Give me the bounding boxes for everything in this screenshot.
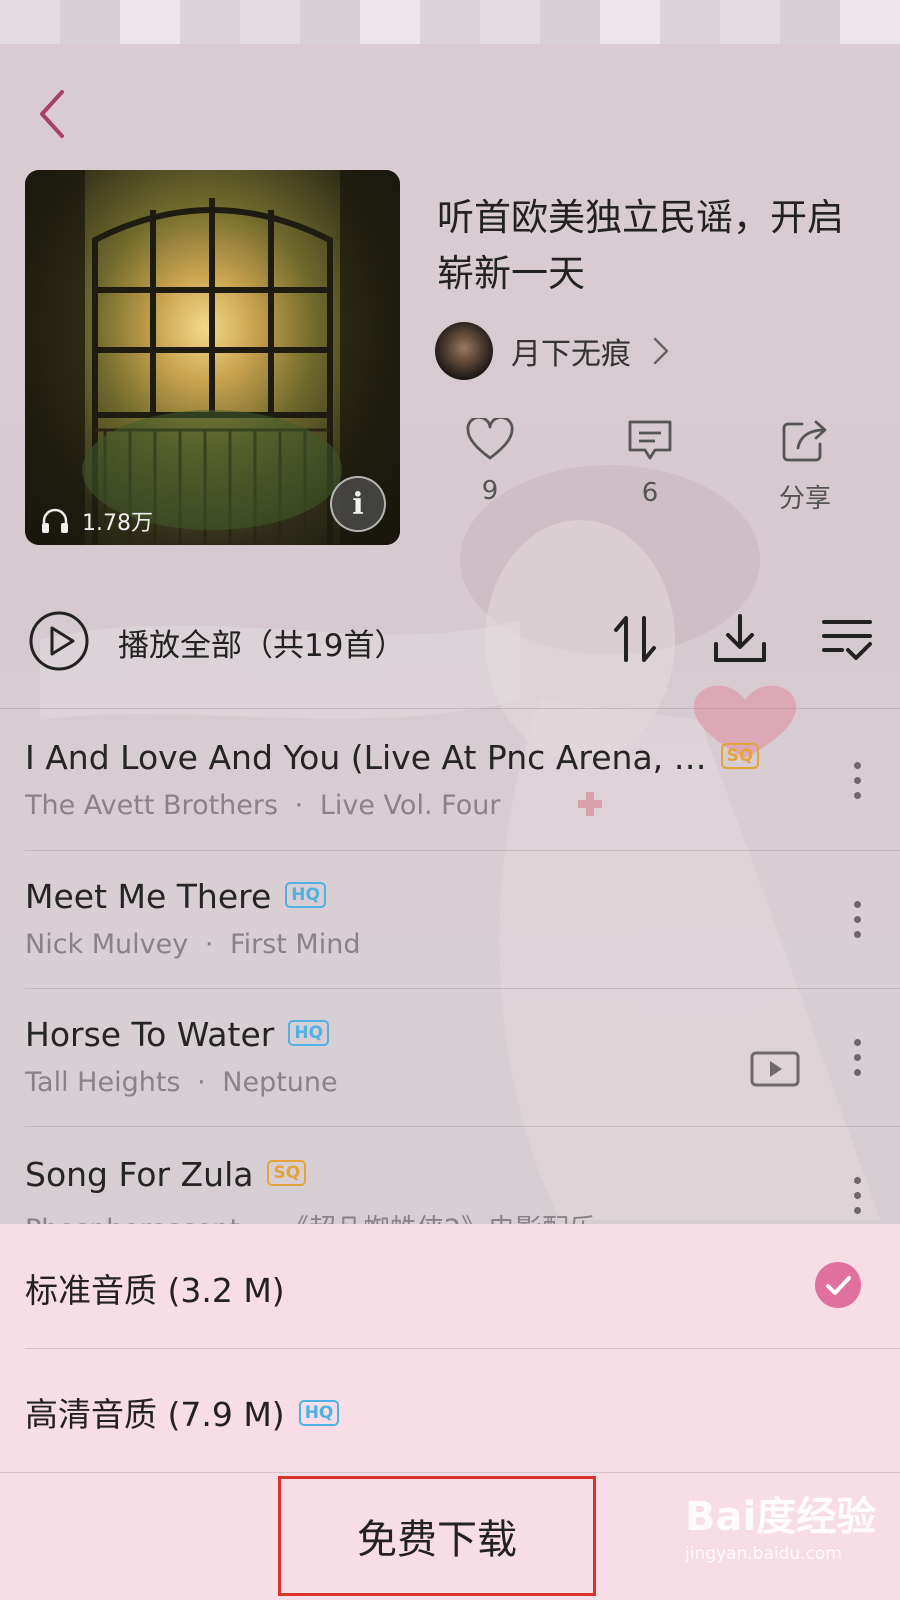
watermark-sub: jingyan.baidu.com xyxy=(685,1544,842,1564)
share-label: 分享 xyxy=(778,484,831,514)
sq-badge: SQ xyxy=(267,1159,307,1186)
play-all-row: 播放全部（共19首） xyxy=(0,600,900,680)
song-album: First Mind xyxy=(230,929,361,960)
sort-icon[interactable] xyxy=(612,612,662,666)
more-options-icon[interactable] xyxy=(845,901,869,945)
divider xyxy=(25,850,900,851)
creator-link[interactable]: 月下无痕 xyxy=(435,322,671,380)
baidu-jingyan-watermark: Bai度经验 jingyan.baidu.com xyxy=(685,1484,876,1564)
check-selected-icon xyxy=(815,1262,861,1308)
song-title: Meet Me There HQ xyxy=(25,877,326,916)
heart-icon xyxy=(466,418,514,460)
divider xyxy=(0,1472,900,1473)
divider xyxy=(25,988,900,989)
song-subtitle: The Avett Brothers · Live Vol. Four xyxy=(25,790,500,821)
back-arrow-icon[interactable] xyxy=(30,86,78,142)
song-artist: The Avett Brothers xyxy=(25,790,279,821)
song-title: I And Love And You (Live At Pnc Arena, …… xyxy=(25,738,760,777)
song-album: Neptune xyxy=(222,1067,338,1098)
quality-label: 高清音质 (7.9 M) HQ xyxy=(25,1388,340,1436)
quality-option-hq[interactable]: 高清音质 (7.9 M) HQ xyxy=(0,1348,900,1470)
song-album: Live Vol. Four xyxy=(319,790,501,821)
song-row-2[interactable]: Meet Me There HQ Nick Mulvey · First Mind xyxy=(0,877,900,1013)
play-all-label[interactable]: 播放全部（共19首） xyxy=(118,620,405,665)
hq-badge: HQ xyxy=(288,1019,330,1046)
comment-count: 6 xyxy=(641,478,659,508)
separator: · xyxy=(294,790,304,821)
divider xyxy=(0,708,900,709)
song-title-text: Song For Zula xyxy=(25,1155,254,1194)
mv-video-icon[interactable] xyxy=(750,1051,800,1087)
song-title-text: Meet Me There xyxy=(25,877,272,916)
free-download-button[interactable]: 免费下载 xyxy=(278,1476,596,1596)
hq-badge: HQ xyxy=(285,881,326,908)
watermark-main: Bai度经验 xyxy=(685,1494,877,1540)
play-count: 1.78万 xyxy=(40,505,153,537)
like-count: 9 xyxy=(481,476,499,506)
song-artist: Tall Heights xyxy=(25,1067,181,1098)
sq-badge: SQ xyxy=(720,742,760,769)
playlist-screen: 1.78万 i 听首欧美独立民谣，开启崭新一天 月下无痕 9 6 分享 播放全部… xyxy=(0,0,900,1600)
song-row-1[interactable]: I And Love And You (Live At Pnc Arena, …… xyxy=(0,738,900,874)
comment-icon xyxy=(628,420,672,460)
song-title: Song For Zula SQ xyxy=(25,1155,307,1194)
creator-name: 月下无痕 xyxy=(511,337,631,372)
quality-option-standard[interactable]: 标准音质 (3.2 M) xyxy=(0,1224,900,1346)
status-bar xyxy=(0,0,900,44)
more-options-icon[interactable] xyxy=(845,1177,869,1221)
info-icon[interactable]: i xyxy=(330,476,386,532)
multi-select-icon[interactable] xyxy=(820,612,874,666)
playlist-title: 听首欧美独立民谣，开启崭新一天 xyxy=(437,196,844,295)
song-subtitle: Nick Mulvey · First Mind xyxy=(25,929,360,960)
song-subtitle: Tall Heights · Neptune xyxy=(25,1067,338,1098)
separator: · xyxy=(204,929,214,960)
quality-label-text: 高清音质 (7.9 M) xyxy=(25,1395,285,1434)
separator: · xyxy=(197,1067,206,1098)
song-row-3[interactable]: Horse To Water HQ Tall Heights · Neptune xyxy=(0,1015,900,1151)
comment-button[interactable]: 6 xyxy=(605,418,695,508)
like-button[interactable]: 9 xyxy=(445,418,535,506)
song-title-text: I And Love And You (Live At Pnc Arena, … xyxy=(25,738,707,777)
song-artist: Nick Mulvey xyxy=(25,929,189,960)
chevron-right-icon xyxy=(653,337,669,365)
quality-label: 标准音质 (3.2 M) xyxy=(25,1271,285,1310)
download-icon[interactable] xyxy=(712,612,768,666)
headphones-icon xyxy=(42,508,68,533)
avatar xyxy=(435,322,493,380)
song-title: Horse To Water HQ xyxy=(25,1015,330,1054)
hq-badge: HQ xyxy=(298,1399,340,1426)
more-options-icon[interactable] xyxy=(845,1039,869,1083)
song-title-text: Horse To Water xyxy=(25,1015,275,1054)
share-button[interactable]: 分享 xyxy=(760,418,850,515)
play-count-value: 1.78万 xyxy=(82,511,153,536)
more-options-icon[interactable] xyxy=(845,762,869,806)
play-all-icon[interactable] xyxy=(28,610,90,672)
share-icon xyxy=(782,420,827,462)
divider xyxy=(25,1126,900,1127)
